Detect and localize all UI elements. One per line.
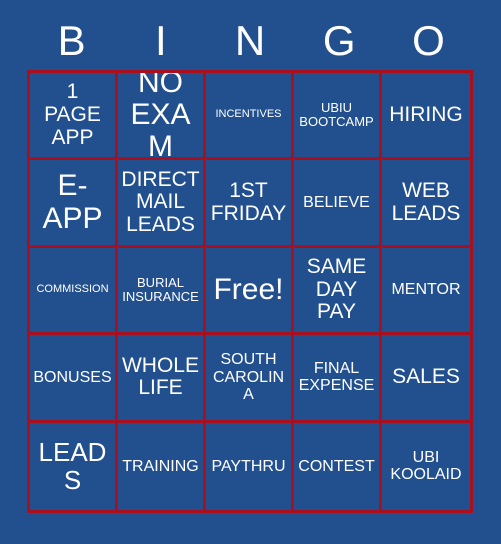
bingo-cell[interactable]: HIRING — [382, 73, 470, 161]
bingo-cell-label: PAYTHRU — [211, 457, 286, 475]
bingo-cell[interactable]: 1 PAGE APP — [30, 73, 118, 161]
bingo-header-letter-b: B — [57, 17, 86, 64]
bingo-cell-label: 1 PAGE APP — [44, 80, 101, 149]
bingo-cell[interactable]: UBI KOOLAID — [382, 422, 470, 510]
bingo-cell-label: CONTEST — [298, 457, 375, 475]
bingo-card: B I N G O 1 PAGE APP NO EXAM INCENTIVES UBI… — [0, 0, 501, 544]
bingo-cell-label: UBIU BOOTCAMP — [299, 100, 374, 130]
bingo-cell[interactable]: COMMISSION — [30, 247, 118, 336]
bingo-cell-label: WEB LEADS — [391, 178, 461, 225]
bingo-cell[interactable]: 1ST FRIDAY — [206, 160, 294, 248]
bingo-cell-label: SAME DAY PAY — [306, 254, 367, 324]
bingo-cell[interactable]: FINAL EXPENSE — [294, 335, 382, 423]
bingo-cell-label: DIRECT MAIL LEADS — [121, 167, 200, 236]
bingo-header-letter-i: I — [154, 17, 167, 64]
bingo-cell-label: UBI KOOLAID — [390, 449, 462, 484]
bingo-cell[interactable]: E- APP — [30, 160, 118, 248]
bingo-cell-label: Free! — [213, 272, 284, 306]
bingo-cell[interactable]: SALES — [382, 335, 470, 423]
bingo-cell-label: COMMISSION — [36, 283, 109, 296]
bingo-cell-label: TRAINING — [122, 457, 199, 475]
bingo-cell-label: INCENTIVES — [215, 108, 282, 121]
bingo-cell-label: E- APP — [42, 169, 103, 235]
bingo-header-letter-n: N — [234, 17, 266, 64]
bingo-cell-label: BURIAL INSURANCE — [122, 274, 199, 304]
bingo-grid: 1 PAGE APP NO EXAM INCENTIVES UBIU BOOTCAMP… — [27, 70, 473, 513]
bingo-cell-label: MENTOR — [391, 281, 461, 299]
bingo-cell[interactable]: DIRECT MAIL LEADS — [118, 160, 206, 248]
bingo-cell[interactable]: BELIEVE — [294, 160, 382, 248]
bingo-header-letter-o: O — [412, 17, 445, 64]
bingo-cell[interactable]: MENTOR — [382, 247, 470, 336]
bingo-cell[interactable]: NO EXAM — [118, 73, 206, 161]
bingo-cell-free[interactable]: Free! — [206, 247, 294, 336]
bingo-cell[interactable]: WEB LEADS — [382, 160, 470, 248]
bingo-cell-label: HIRING — [389, 102, 463, 126]
bingo-cell[interactable]: UBIU BOOTCAMP — [294, 73, 382, 161]
bingo-cell[interactable]: INCENTIVES — [206, 73, 294, 161]
bingo-cell[interactable]: PAYTHRU — [206, 422, 294, 510]
bingo-cell-label: WHOLE LIFE — [121, 353, 199, 400]
bingo-cell-label: 1ST FRIDAY — [210, 178, 287, 225]
bingo-cell-label: SOUTH CAROLINA — [212, 351, 285, 404]
bingo-header-letter-g: G — [322, 17, 356, 64]
bingo-cell[interactable]: CONTEST — [294, 422, 382, 510]
bingo-cell[interactable]: BONUSES — [30, 335, 118, 423]
bingo-cell[interactable]: LEADS — [30, 422, 118, 510]
bingo-cell-label: NO EXAM — [130, 73, 191, 161]
bingo-cell[interactable]: SAME DAY PAY — [294, 247, 382, 336]
bingo-cell-label: FINAL EXPENSE — [298, 360, 375, 395]
bingo-cell-label: BONUSES — [33, 368, 112, 386]
bingo-header: B I N G O — [27, 12, 473, 70]
bingo-cell[interactable]: SOUTH CAROLINA — [206, 335, 294, 423]
bingo-cell-label: SALES — [392, 365, 460, 389]
bingo-cell[interactable]: WHOLE LIFE — [118, 335, 206, 423]
bingo-cell[interactable]: TRAINING — [118, 422, 206, 510]
bingo-cell-label: LEADS — [38, 437, 107, 496]
bingo-cell[interactable]: BURIAL INSURANCE — [118, 247, 206, 336]
bingo-cell-label: BELIEVE — [303, 193, 370, 211]
